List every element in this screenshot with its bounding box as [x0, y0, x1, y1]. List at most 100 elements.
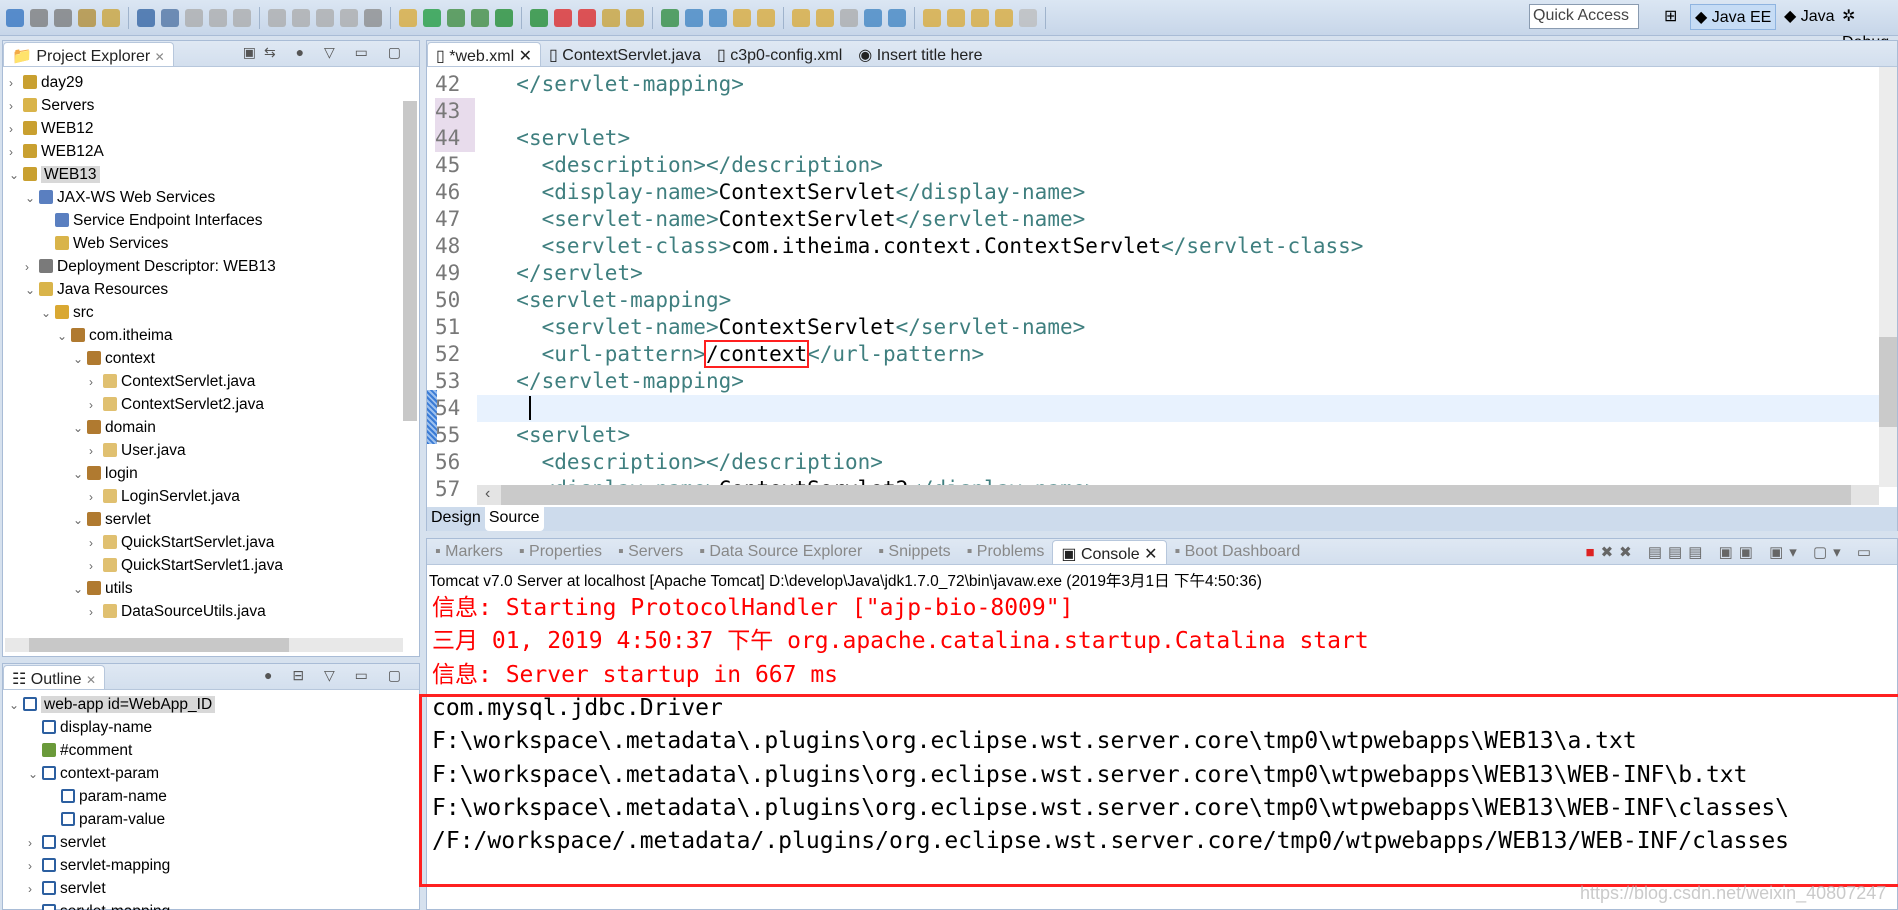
tree-item[interactable]: › LoginServlet.java — [89, 485, 240, 508]
toolbar-icon[interactable] — [102, 8, 120, 27]
console-toolbar[interactable]: ■✖✖ ▤▤▤ ▣▣ ▣▾ ▢▾ ▭ — [1586, 543, 1877, 561]
tree-item[interactable]: ⌄ login — [73, 462, 138, 485]
close-icon[interactable]: ✕ — [86, 673, 96, 687]
tree-item[interactable]: › WEB12A — [9, 140, 104, 163]
expand-toggle-icon[interactable]: › — [89, 371, 103, 394]
toolbar-icon[interactable] — [447, 8, 465, 27]
editor-vertical-scrollbar[interactable] — [1879, 67, 1897, 487]
toolbar-icon[interactable] — [292, 8, 310, 27]
horizontal-scrollbar[interactable] — [5, 638, 403, 652]
toolbar-icon[interactable] — [54, 8, 72, 27]
tree-item[interactable]: ⌄ Java Resources — [25, 278, 168, 301]
toolbar-icon[interactable] — [530, 8, 548, 27]
editor-tab[interactable]: ◉ Insert title here — [850, 42, 990, 66]
expand-toggle-icon[interactable]: › — [9, 141, 23, 164]
perspective-debug[interactable]: ✲ Debug — [1838, 4, 1898, 51]
tree-item[interactable]: › ContextServlet.java — [89, 370, 255, 393]
tree-item[interactable]: ⌄ JAX-WS Web Services — [25, 186, 215, 209]
tree-item[interactable]: param-name — [47, 785, 167, 808]
toolbar-icon[interactable] — [399, 8, 417, 27]
toolbar-icon[interactable] — [161, 8, 179, 27]
tab-project-explorer[interactable]: 📁 Project Explorer ✕ — [3, 42, 174, 66]
tree-item[interactable]: › servlet — [28, 877, 106, 900]
expand-toggle-icon[interactable]: ⌄ — [73, 578, 87, 601]
view-menu-icons[interactable]: ● ⊟ ▽ ▭ ▢ — [264, 667, 409, 684]
toolbar-icon[interactable] — [685, 8, 703, 27]
code-editor[interactable]: 42 </servlet-mapping> 43 44 <servlet> 45 <d… — [427, 67, 1897, 507]
toolbar-icon[interactable] — [864, 8, 882, 27]
toolbar-icon[interactable] — [757, 8, 775, 27]
tree-item[interactable]: param-value — [47, 808, 165, 831]
toolbar-icon[interactable] — [554, 8, 572, 27]
console-tab-problems[interactable]: ▪ Problems — [959, 540, 1053, 564]
tree-item[interactable]: › servlet — [28, 831, 106, 854]
editor-horizontal-scrollbar[interactable]: ‹ — [477, 485, 1879, 505]
expand-toggle-icon[interactable]: ⌄ — [28, 763, 42, 786]
tree-item[interactable]: ⌄ com.itheima — [57, 324, 173, 347]
tree-item[interactable]: Web Services — [41, 232, 168, 255]
expand-toggle-icon[interactable]: › — [9, 118, 23, 141]
tree-item[interactable]: ⌄ domain — [73, 416, 156, 439]
toolbar-icon[interactable] — [209, 8, 227, 27]
tree-item[interactable]: › ContextServlet2.java — [89, 393, 264, 416]
terminate-icon[interactable]: ■ — [1586, 544, 1601, 561]
tree-item[interactable]: ⌄ src — [41, 301, 94, 324]
expand-toggle-icon[interactable]: ⌄ — [57, 325, 71, 348]
tree-item[interactable]: › DataSourceUtils.java — [89, 600, 266, 622]
expand-toggle-icon[interactable]: › — [89, 555, 103, 578]
toolbar-icon[interactable] — [661, 8, 679, 27]
toolbar-icon[interactable] — [1019, 8, 1037, 27]
toolbar-icon[interactable] — [578, 8, 596, 27]
console-tab-boot-dashboard[interactable]: ▪ Boot Dashboard — [1167, 540, 1309, 564]
tree-item[interactable]: › WEB12 — [9, 117, 94, 140]
expand-toggle-icon[interactable]: ⌄ — [73, 463, 87, 486]
toolbar-icon[interactable] — [602, 8, 620, 27]
toolbar-icon[interactable] — [947, 8, 965, 27]
toolbar-icon[interactable] — [233, 8, 251, 27]
expand-toggle-icon[interactable]: ⌄ — [73, 417, 87, 440]
perspective-java-ee[interactable]: ◆ Java EE — [1690, 4, 1777, 30]
editor-tab[interactable]: ▯ ContextServlet.java — [541, 42, 709, 66]
expand-toggle-icon[interactable]: › — [9, 95, 23, 118]
console-tab-properties[interactable]: ▪ Properties — [511, 540, 610, 564]
tree-item[interactable]: ⌄ context-param — [28, 762, 159, 785]
toolbar-icon[interactable] — [340, 8, 358, 27]
toolbar-icon[interactable] — [626, 8, 644, 27]
toolbar-icon[interactable] — [185, 8, 203, 27]
expand-toggle-icon[interactable]: › — [9, 72, 23, 95]
console-tab-servers[interactable]: ▪ Servers — [610, 540, 691, 564]
toolbar-icon[interactable] — [30, 8, 48, 27]
toolbar-icon[interactable] — [137, 8, 155, 27]
expand-toggle-icon[interactable]: › — [28, 855, 42, 878]
expand-toggle-icon[interactable]: ⌄ — [25, 279, 39, 302]
expand-toggle-icon[interactable]: ⌄ — [9, 164, 23, 187]
toolbar-icon[interactable] — [78, 8, 96, 27]
editor-tab[interactable]: ▯ c3p0-config.xml — [709, 42, 850, 66]
toolbar-icon[interactable] — [364, 8, 382, 27]
expand-toggle-icon[interactable]: › — [28, 878, 42, 901]
tree-item[interactable]: › User.java — [89, 439, 186, 462]
expand-toggle-icon[interactable]: ⌄ — [25, 187, 39, 210]
expand-toggle-icon[interactable]: › — [89, 394, 103, 417]
editor-tab[interactable]: ▯ *web.xml ✕ — [427, 42, 542, 66]
vertical-scrollbar[interactable] — [403, 101, 417, 421]
tree-item[interactable]: › Deployment Descriptor: WEB13 — [25, 255, 276, 278]
toolbar-icon[interactable] — [888, 8, 906, 27]
tree-item[interactable]: › servlet-mapping — [28, 854, 170, 877]
tree-item[interactable]: › Servers — [9, 94, 94, 117]
tree-item[interactable]: › servlet-mapping — [28, 900, 170, 910]
expand-toggle-icon[interactable]: › — [89, 601, 103, 622]
perspective-java[interactable]: ◆ Java — [1780, 4, 1839, 30]
toolbar-icon[interactable] — [840, 8, 858, 27]
open-perspective-icon[interactable]: ⊞ — [1660, 4, 1681, 30]
toolbar-icon[interactable] — [709, 8, 727, 27]
console-tab-console[interactable]: ▣ Console ✕ — [1052, 540, 1167, 564]
expand-toggle-icon[interactable]: ⌄ — [9, 694, 23, 717]
expand-toggle-icon[interactable]: ⌄ — [41, 302, 55, 325]
toolbar-icon[interactable] — [471, 8, 489, 27]
expand-toggle-icon[interactable]: ⌄ — [73, 509, 87, 532]
tree-item[interactable]: ⌄ utils — [73, 577, 133, 600]
toolbar-icon[interactable] — [495, 8, 513, 27]
console-tab-snippets[interactable]: ▪ Snippets — [870, 540, 958, 564]
toolbar-icon[interactable] — [733, 8, 751, 27]
